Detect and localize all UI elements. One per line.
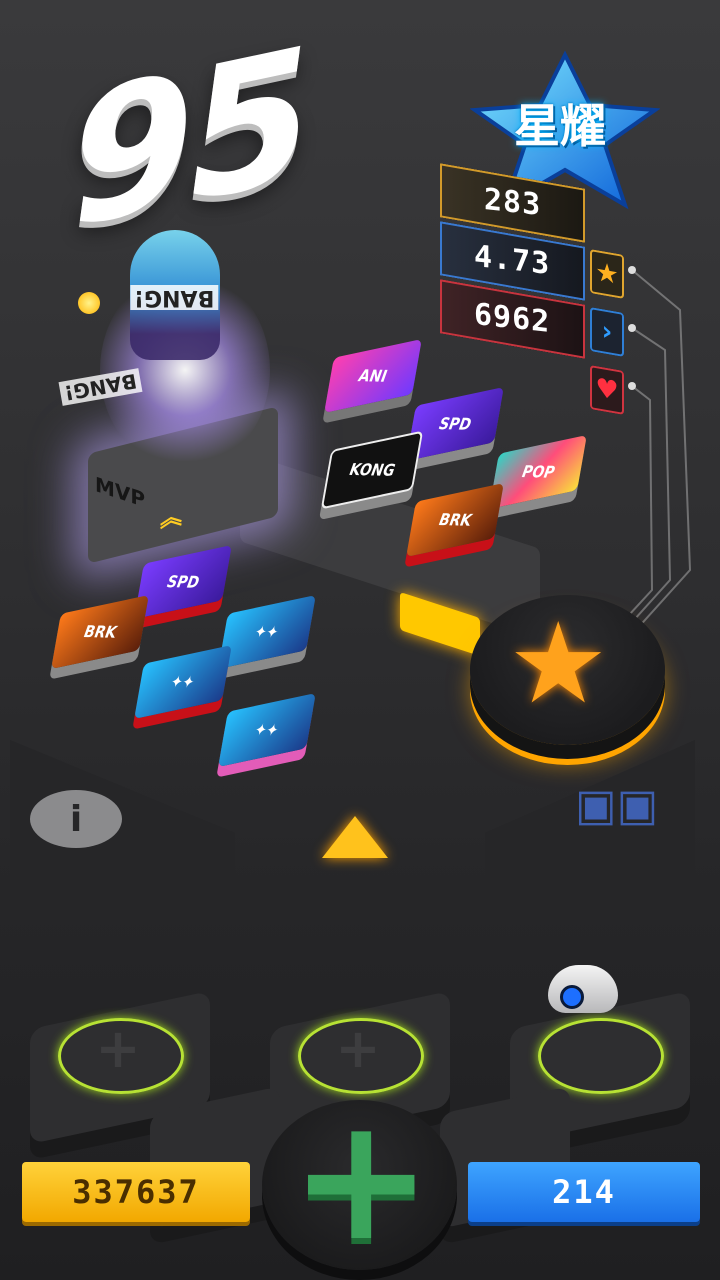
blocks-icon[interactable]: ▣▣	[575, 780, 675, 840]
stat-value: 6962	[474, 296, 551, 341]
tile-spd[interactable]: SPD	[134, 545, 232, 619]
rank-label: 星耀	[514, 99, 606, 153]
plus-icon: +	[95, 1017, 141, 1080]
robot-eye-icon	[560, 985, 584, 1009]
tile-label: POP	[518, 461, 558, 483]
slot-ring	[538, 1018, 664, 1094]
up-arrow-icon[interactable]	[322, 816, 388, 858]
plus-icon: +	[335, 1017, 381, 1080]
tile-label: SPD	[163, 571, 203, 593]
chevron-right-icon: ›	[590, 307, 624, 357]
tile-label: ✦✦	[167, 672, 199, 692]
tile-label: ✦✦	[251, 720, 283, 740]
tile-sparkle[interactable]: ✦✦	[134, 645, 232, 719]
robot-pet[interactable]	[548, 965, 618, 1013]
heart-icon: ♥	[590, 365, 624, 415]
tile-break[interactable]: BRK	[51, 595, 149, 669]
wand-orb-icon	[78, 292, 100, 314]
tile-kong[interactable]: KONG	[320, 430, 424, 510]
player-level: 95	[55, 6, 320, 273]
tile-label: KONG	[346, 459, 398, 481]
tile-label: ANI	[355, 366, 391, 386]
tile-label: BRK	[80, 621, 120, 643]
star-icon: ★	[590, 249, 624, 299]
plus-icon: +	[290, 1081, 433, 1279]
stat-value: 283	[483, 181, 542, 224]
tile-label: BRK	[435, 509, 475, 531]
bang-text: BANG!	[130, 285, 219, 310]
tile-label: ✦✦	[251, 622, 283, 642]
tile-ani[interactable]: ANI	[324, 339, 422, 413]
tile-label: SPD	[435, 413, 475, 435]
info-icon[interactable]: i	[30, 790, 122, 848]
star-icon: ★	[508, 599, 609, 729]
stat-value: 4.73	[474, 238, 551, 283]
tile-sparkle[interactable]: ✦✦	[218, 693, 316, 767]
coin-counter[interactable]: 337637	[22, 1162, 250, 1222]
chevron-up-icon: ︽	[160, 504, 183, 533]
gem-counter[interactable]: 214	[468, 1162, 700, 1222]
tile-sparkle[interactable]: ✦✦	[218, 595, 316, 669]
tile-spd[interactable]: SPD	[406, 387, 504, 461]
